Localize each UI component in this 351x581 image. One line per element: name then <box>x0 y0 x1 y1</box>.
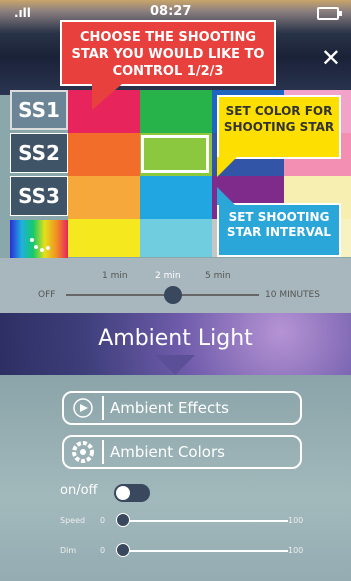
color-swatch[interactable] <box>140 219 212 257</box>
signal-icon: .ıll <box>14 6 31 20</box>
separator <box>102 396 104 420</box>
rainbow-dot <box>40 248 44 252</box>
play-icon <box>68 393 98 423</box>
ambient-title: Ambient Light <box>98 326 253 351</box>
dim-max: 100 <box>288 546 304 555</box>
close-icon[interactable]: ✕ <box>321 44 341 72</box>
color-swatch[interactable] <box>68 176 140 219</box>
ambient-colors-label: Ambient Colors <box>110 443 225 461</box>
speed-knob[interactable] <box>116 513 130 527</box>
rainbow-dot <box>34 245 38 249</box>
speed-track[interactable] <box>116 520 288 522</box>
color-swatch[interactable] <box>140 176 212 219</box>
selected-swatch-outline <box>141 135 209 173</box>
color-wheel-icon <box>68 437 98 467</box>
ambient-effects-button[interactable]: Ambient Effects <box>62 391 302 425</box>
interval-max-label: 10 MINUTES <box>265 290 320 300</box>
dim-track[interactable] <box>116 550 288 552</box>
rainbow-color-button[interactable] <box>10 220 68 258</box>
ss2-button[interactable]: SS2 <box>10 133 68 173</box>
battery-icon <box>317 7 342 20</box>
set-color-callout: SET COLOR FOR SHOOTING STAR <box>217 95 341 177</box>
onoff-label: on/off <box>60 483 98 498</box>
color-swatch[interactable] <box>68 219 140 257</box>
ambient-toggle[interactable] <box>114 484 150 502</box>
interval-track[interactable] <box>66 294 259 296</box>
speed-label: Speed <box>60 516 86 525</box>
ss1-button[interactable]: SS1 <box>10 90 68 130</box>
ambient-colors-button[interactable]: Ambient Colors <box>62 435 302 469</box>
ambient-effects-label: Ambient Effects <box>110 399 229 417</box>
interval-tick-2: 2 min <box>155 271 181 281</box>
interval-tick-3: 5 min <box>205 271 231 281</box>
dim-knob[interactable] <box>116 543 130 557</box>
interval-knob[interactable] <box>164 286 182 304</box>
ss3-button[interactable]: SS3 <box>10 176 68 216</box>
select-star-callout: CHOOSE THE SHOOTING STAR YOU WOULD LIKE … <box>60 20 276 110</box>
color-swatch[interactable] <box>140 90 212 133</box>
speed-max: 100 <box>288 516 304 525</box>
rainbow-dot <box>30 238 34 242</box>
ambient-pointer <box>155 355 195 375</box>
speed-min: 0 <box>100 516 106 525</box>
interval-tick-1: 1 min <box>102 271 128 281</box>
rainbow-dot <box>46 246 50 250</box>
dim-label: Dim <box>60 546 77 555</box>
interval-slider-panel: 1 min 2 min 5 min OFF 10 MINUTES <box>0 258 351 313</box>
separator <box>102 440 104 464</box>
status-time: 08:27 <box>150 4 192 19</box>
interval-off-label: OFF <box>38 290 56 300</box>
color-swatch[interactable] <box>68 133 140 176</box>
dim-min: 0 <box>100 546 106 555</box>
set-interval-callout: SET SHOOTING STAR INTERVAL <box>217 187 341 257</box>
